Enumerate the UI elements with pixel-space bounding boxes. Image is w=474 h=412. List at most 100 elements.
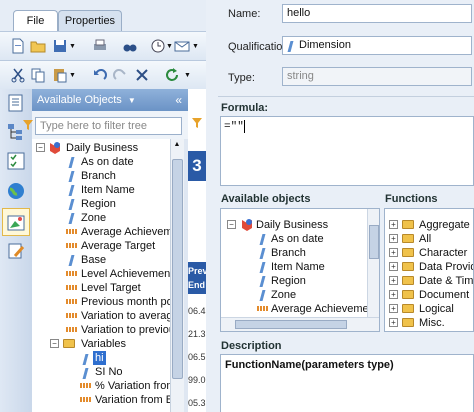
objects-hscroll[interactable] bbox=[221, 317, 379, 331]
table-header-cell: Prev End bbox=[188, 262, 208, 294]
history-icon[interactable] bbox=[150, 38, 166, 54]
filter-funnel-icon[interactable] bbox=[22, 119, 34, 131]
object-item[interactable]: Branch bbox=[271, 246, 306, 260]
folder-icon bbox=[402, 234, 414, 243]
tree-item[interactable]: Item Name bbox=[81, 183, 135, 197]
tree-item[interactable]: As on date bbox=[81, 155, 134, 169]
email-dropdown-icon[interactable]: ▼ bbox=[192, 43, 199, 50]
scroll-thumb[interactable] bbox=[235, 320, 347, 329]
tree-item[interactable]: Variation to previous bbox=[81, 323, 170, 337]
collapse-toggle-icon[interactable]: − bbox=[227, 220, 236, 229]
function-category[interactable]: All bbox=[419, 232, 431, 246]
function-category[interactable]: Aggregate bbox=[419, 218, 470, 232]
scroll-thumb[interactable] bbox=[369, 225, 379, 259]
dimension-icon bbox=[68, 213, 75, 224]
input-controls-icon[interactable] bbox=[6, 151, 26, 171]
panel-menu-chevron-icon[interactable]: ▼ bbox=[128, 96, 136, 105]
tree-item[interactable]: Region bbox=[81, 197, 116, 211]
tree-filter-input[interactable]: Type here to filter tree bbox=[35, 117, 182, 135]
paste-icon[interactable] bbox=[52, 67, 68, 83]
tree-item[interactable]: Branch bbox=[81, 169, 116, 183]
copy-icon[interactable] bbox=[30, 67, 46, 83]
function-category[interactable]: Data Provide bbox=[419, 260, 473, 274]
tree-item[interactable]: Average Target bbox=[81, 239, 155, 253]
expand-toggle-icon[interactable]: + bbox=[389, 276, 398, 285]
object-tree: − Daily Business As on date Branch Item … bbox=[32, 139, 170, 412]
dimension-icon bbox=[68, 171, 75, 182]
refresh-icon[interactable] bbox=[164, 67, 180, 83]
qualification-select[interactable]: Dimension bbox=[282, 36, 472, 55]
scroll-thumb[interactable] bbox=[172, 159, 183, 379]
email-icon[interactable] bbox=[174, 38, 190, 54]
document-summary-icon[interactable] bbox=[6, 93, 26, 113]
tab-bar: File Properties bbox=[0, 0, 206, 32]
scroll-up-icon[interactable]: ▲ bbox=[172, 141, 182, 151]
tree-item[interactable]: Variation to average ta bbox=[81, 309, 170, 323]
tree-item[interactable]: Base bbox=[81, 253, 106, 267]
cut-icon[interactable] bbox=[10, 67, 26, 83]
available-objects-icon[interactable] bbox=[6, 212, 26, 232]
tree-item[interactable]: Average Achievement bbox=[81, 225, 170, 239]
object-item[interactable]: As on date bbox=[271, 232, 324, 246]
print-icon[interactable] bbox=[92, 38, 108, 54]
description-box: FunctionName(parameters type) bbox=[220, 354, 474, 412]
object-item[interactable]: Region bbox=[271, 274, 306, 288]
tree-item[interactable]: Variation from B bbox=[95, 393, 170, 407]
tree-item[interactable]: % Variation from B bbox=[95, 379, 170, 393]
function-category[interactable]: Date & Time bbox=[419, 274, 473, 288]
paste-dropdown-icon[interactable]: ▼ bbox=[69, 72, 76, 79]
tree-item-daily-business[interactable]: Daily Business bbox=[66, 141, 138, 155]
available-objects-header[interactable]: Available Objects ▼ « bbox=[32, 89, 188, 111]
dimension-icon bbox=[68, 157, 75, 168]
undo-icon[interactable] bbox=[92, 67, 108, 83]
function-category[interactable]: Logical bbox=[419, 302, 454, 316]
expand-toggle-icon[interactable]: + bbox=[389, 318, 398, 327]
expand-toggle-icon[interactable]: + bbox=[389, 290, 398, 299]
function-category[interactable]: Document bbox=[419, 288, 469, 302]
format-painter-icon[interactable] bbox=[191, 117, 203, 129]
find-binoculars-icon[interactable] bbox=[122, 38, 138, 54]
new-document-icon[interactable] bbox=[10, 38, 26, 54]
tree-scrollbar[interactable]: ▲ bbox=[170, 139, 184, 412]
collapse-panel-icon[interactable]: « bbox=[175, 89, 182, 111]
tree-item[interactable]: SI No bbox=[95, 365, 123, 379]
object-item[interactable]: Daily Business bbox=[256, 218, 328, 232]
collapse-toggle-icon[interactable]: − bbox=[50, 339, 59, 348]
tab-properties[interactable]: Properties bbox=[58, 10, 122, 31]
save-icon[interactable] bbox=[52, 38, 68, 54]
tree-item-selected[interactable]: hi bbox=[93, 351, 106, 365]
name-input[interactable]: hello bbox=[282, 4, 472, 23]
data-edit-icon[interactable] bbox=[6, 241, 26, 261]
expand-toggle-icon[interactable]: + bbox=[389, 262, 398, 271]
description-label: Description bbox=[221, 340, 282, 352]
object-item[interactable]: Zone bbox=[271, 288, 296, 302]
tree-item[interactable]: Previous month positio bbox=[81, 295, 170, 309]
function-category[interactable]: Character bbox=[419, 246, 467, 260]
function-category[interactable]: Misc. bbox=[419, 316, 445, 330]
save-dropdown-icon[interactable]: ▼ bbox=[69, 43, 76, 50]
measure-icon bbox=[80, 383, 91, 388]
delete-icon[interactable] bbox=[134, 67, 150, 83]
open-folder-icon[interactable] bbox=[30, 38, 46, 54]
divider bbox=[218, 96, 474, 97]
measure-icon bbox=[80, 397, 91, 402]
object-item[interactable]: Average Achievement bbox=[271, 302, 378, 316]
expand-toggle-icon[interactable]: + bbox=[389, 234, 398, 243]
tree-item[interactable]: Level Achievement bbox=[81, 267, 170, 281]
refresh-dropdown-icon[interactable]: ▼ bbox=[184, 72, 191, 79]
collapse-toggle-icon[interactable]: − bbox=[36, 143, 45, 152]
tree-item[interactable]: Level Target bbox=[81, 281, 141, 295]
object-item[interactable]: Item Name bbox=[271, 260, 325, 274]
web-service-icon[interactable] bbox=[6, 181, 26, 201]
expand-toggle-icon[interactable]: + bbox=[389, 248, 398, 257]
objects-vscroll[interactable] bbox=[367, 209, 379, 317]
redo-icon[interactable] bbox=[112, 67, 128, 83]
tree-item-variables[interactable]: Variables bbox=[81, 337, 126, 351]
history-dropdown-icon[interactable]: ▼ bbox=[166, 43, 173, 50]
expand-toggle-icon[interactable]: + bbox=[389, 304, 398, 313]
tab-file[interactable]: File bbox=[13, 10, 58, 32]
formula-editor[interactable]: ="" bbox=[220, 116, 474, 186]
expand-toggle-icon[interactable]: + bbox=[389, 220, 398, 229]
page-number: 3 bbox=[188, 151, 206, 181]
tree-item[interactable]: Zone bbox=[81, 211, 106, 225]
